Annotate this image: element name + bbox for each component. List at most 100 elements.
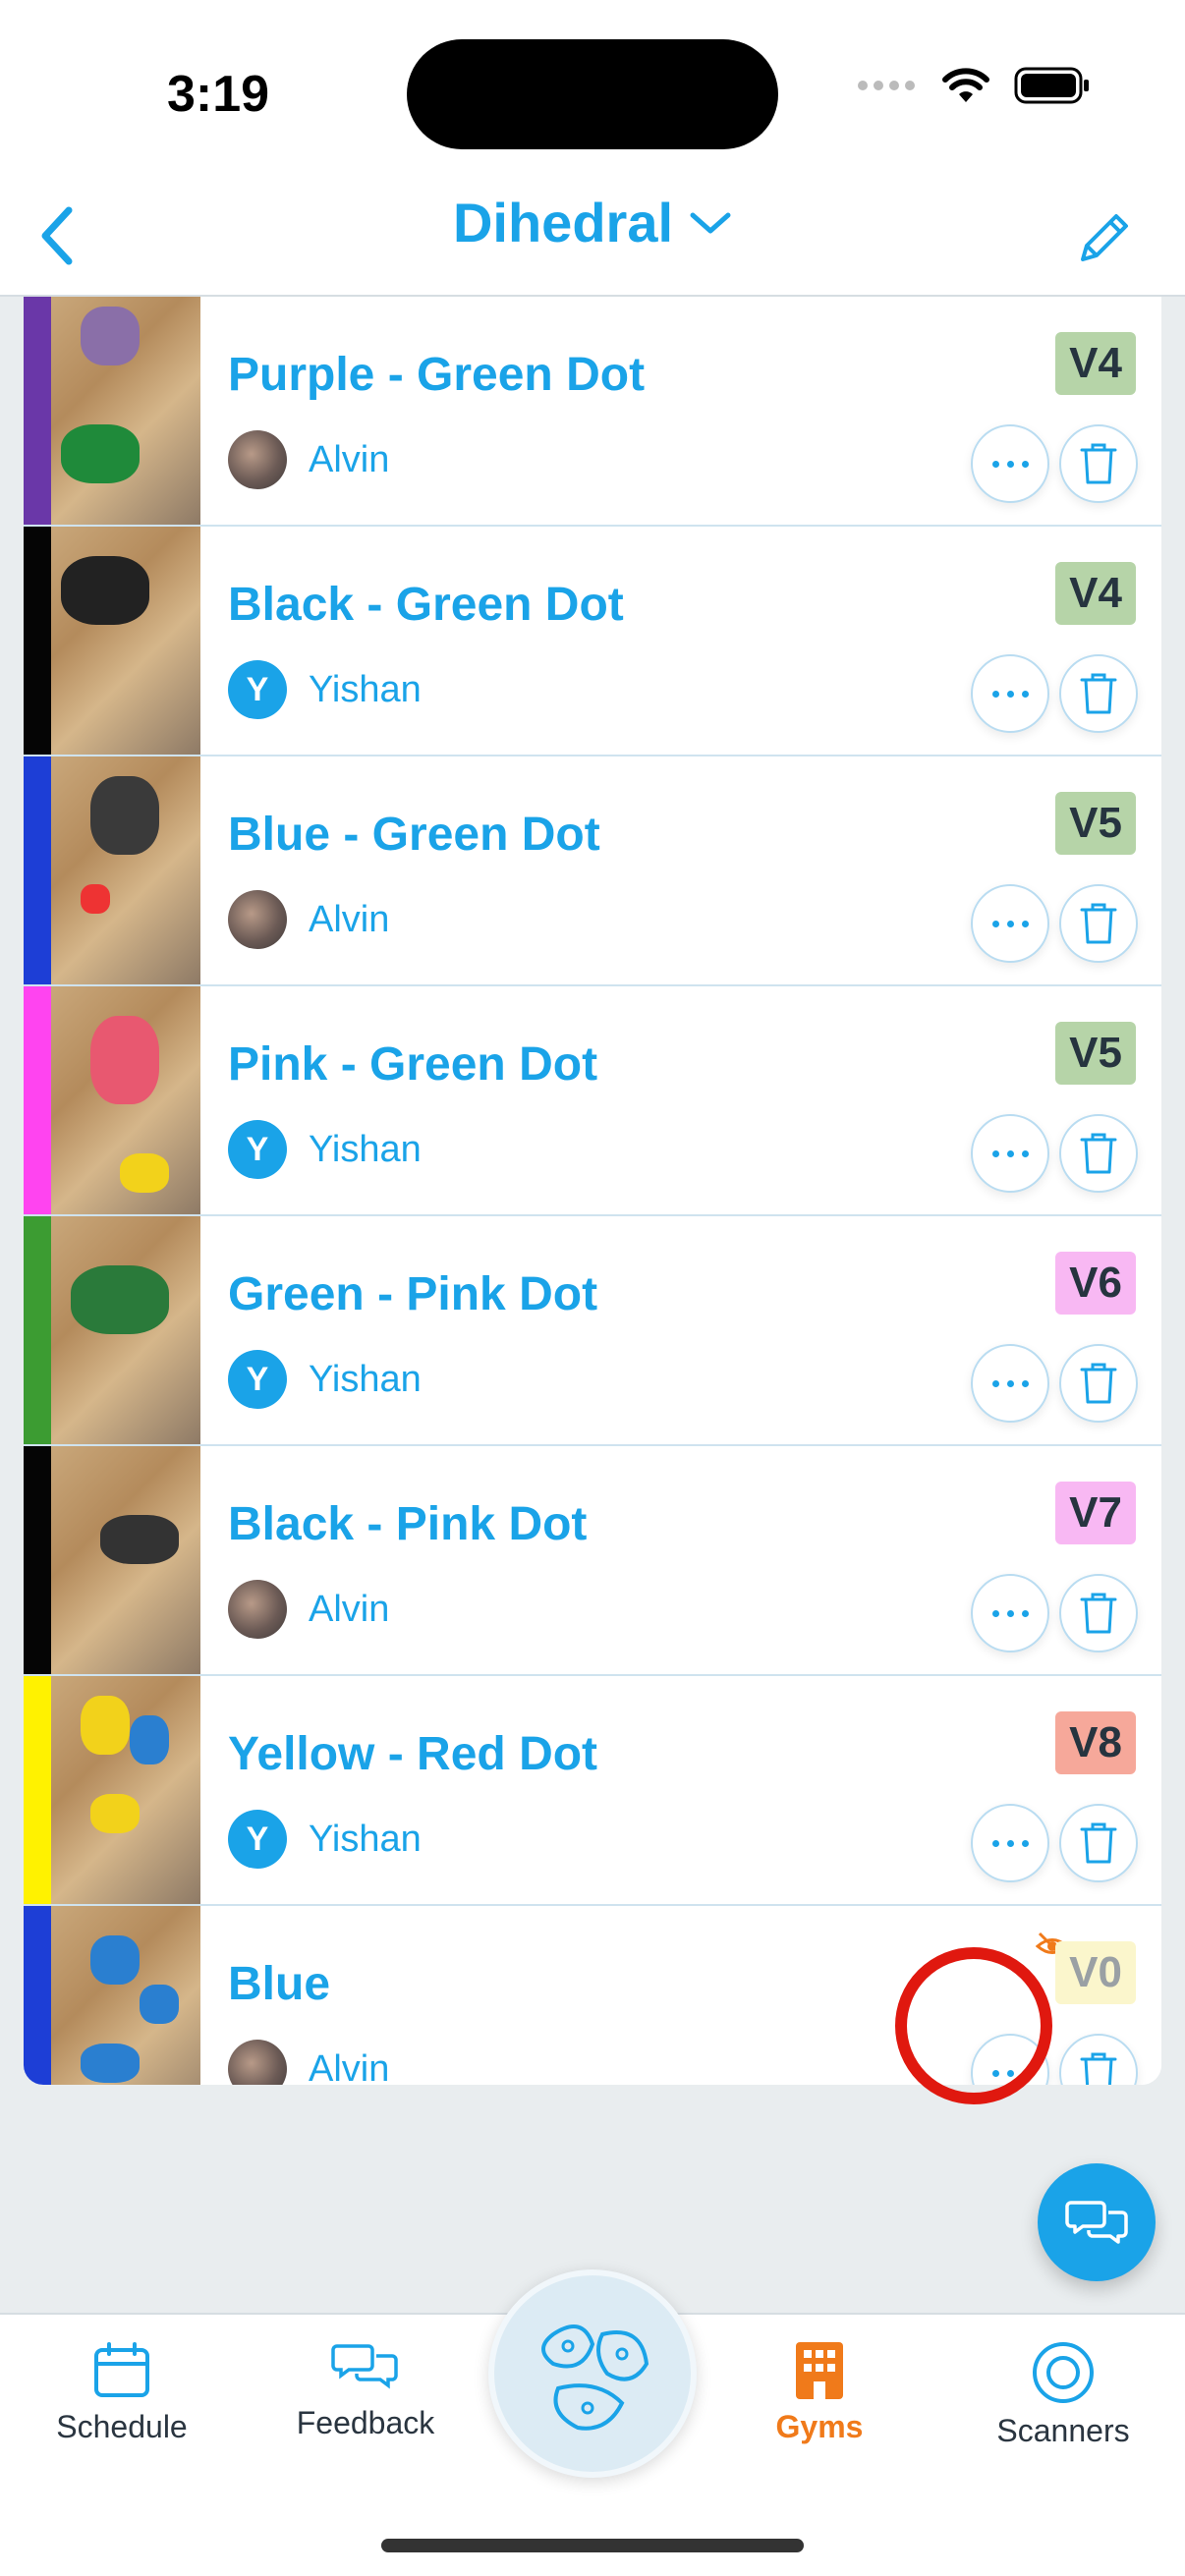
route-photo[interactable] [51, 986, 200, 1214]
route-color-strip [24, 1216, 51, 1444]
edit-button[interactable] [1065, 198, 1144, 277]
trash-icon [1080, 1363, 1117, 1404]
route-color-strip [24, 297, 51, 525]
avatar [228, 1580, 287, 1639]
setter-name: Yishan [309, 668, 422, 710]
tab-schedule[interactable]: Schedule [14, 2340, 230, 2445]
more-options-button[interactable] [971, 1114, 1049, 1193]
trash-icon [1080, 903, 1117, 944]
grade-badge: V4 [1055, 562, 1136, 625]
setter-name: Yishan [309, 1358, 422, 1400]
trash-icon [1080, 673, 1117, 714]
setter-info: Alvin [228, 2040, 389, 2085]
more-options-button[interactable] [971, 1574, 1049, 1652]
trash-icon [1080, 1593, 1117, 1634]
route-name: Black - Pink Dot [228, 1498, 588, 1550]
route-name: Blue - Green Dot [228, 809, 600, 861]
chat-button[interactable] [1038, 2163, 1156, 2281]
route-color-strip [24, 1906, 51, 2085]
grade-badge: V5 [1055, 792, 1136, 855]
route-row[interactable]: Yellow - Red Dot Y Yishan V8 [24, 1676, 1161, 1906]
ellipsis-icon [991, 1839, 1029, 1847]
setter-info: Y Yishan [228, 1350, 422, 1409]
route-row[interactable]: Black - Pink Dot Alvin V7 [24, 1446, 1161, 1676]
setter-name: Alvin [309, 438, 390, 480]
setter-name: Yishan [309, 1818, 422, 1860]
delete-button[interactable] [1059, 2034, 1138, 2085]
ellipsis-icon [991, 1379, 1029, 1387]
home-indicator [381, 2539, 804, 2552]
route-name: Black - Green Dot [228, 579, 624, 631]
route-name: Pink - Green Dot [228, 1038, 598, 1091]
avatar: Y [228, 660, 287, 719]
more-options-button[interactable] [971, 1804, 1049, 1882]
delete-button[interactable] [1059, 1114, 1138, 1193]
route-photo[interactable] [51, 297, 200, 525]
ellipsis-icon [991, 1609, 1029, 1617]
tab-label: Gyms [775, 2409, 864, 2444]
trash-icon [1080, 443, 1117, 484]
delete-button[interactable] [1059, 884, 1138, 963]
gym-selector[interactable]: Dihedral [0, 191, 1185, 254]
signal-icon [858, 81, 915, 90]
setter-info: Y Yishan [228, 660, 422, 719]
more-options-button[interactable] [971, 424, 1049, 503]
route-row[interactable]: Pink - Green Dot Y Yishan V5 [24, 986, 1161, 1216]
route-row[interactable]: Purple - Green Dot Alvin V4 [24, 297, 1161, 527]
route-color-strip [24, 756, 51, 984]
delete-button[interactable] [1059, 654, 1138, 733]
grade-badge: V6 [1055, 1252, 1136, 1315]
route-name: Purple - Green Dot [228, 349, 646, 401]
setter-name: Alvin [309, 2047, 390, 2086]
avatar: Y [228, 1810, 287, 1869]
dynamic-island [407, 39, 778, 149]
pencil-icon [1081, 214, 1128, 261]
avatar [228, 2040, 287, 2085]
route-color-strip [24, 1676, 51, 1904]
route-row[interactable]: Black - Green Dot Y Yishan V4 [24, 527, 1161, 756]
tab-label: Scanners [996, 2413, 1130, 2448]
route-color-strip [24, 527, 51, 755]
status-icons [857, 67, 1091, 104]
setter-info: Y Yishan [228, 1120, 422, 1179]
tab-scanners[interactable]: Scanners [955, 2340, 1171, 2449]
route-row[interactable]: Blue - Green Dot Alvin V5 [24, 756, 1161, 986]
more-options-button[interactable] [971, 654, 1049, 733]
setter-info: Alvin [228, 1580, 389, 1639]
trash-icon [1080, 1133, 1117, 1174]
building-icon [796, 2342, 843, 2399]
avatar [228, 890, 287, 949]
chevron-down-icon [690, 212, 731, 233]
route-photo[interactable] [51, 1446, 200, 1674]
delete-button[interactable] [1059, 1574, 1138, 1652]
delete-button[interactable] [1059, 1804, 1138, 1882]
route-photo[interactable] [51, 1216, 200, 1444]
setter-name: Alvin [309, 1588, 390, 1630]
route-photo[interactable] [51, 1906, 200, 2085]
battery-icon [1014, 67, 1089, 104]
setter-name: Alvin [309, 898, 390, 940]
grade-badge: V5 [1055, 1022, 1136, 1085]
more-options-button[interactable] [971, 884, 1049, 963]
trash-icon [1080, 2052, 1117, 2085]
setter-name: Yishan [309, 1128, 422, 1170]
route-photo[interactable] [51, 527, 200, 755]
delete-button[interactable] [1059, 1344, 1138, 1423]
delete-button[interactable] [1059, 424, 1138, 503]
route-row[interactable]: Green - Pink Dot Y Yishan V6 [24, 1216, 1161, 1446]
more-options-button[interactable] [971, 1344, 1049, 1423]
route-list: Purple - Green Dot Alvin V4 Black - Gree… [24, 297, 1161, 2085]
tab-gyms[interactable]: Gyms [711, 2340, 928, 2445]
status-bar: 3:19 [0, 0, 1185, 177]
ellipsis-icon [991, 1149, 1029, 1157]
tab-label: Feedback [296, 2405, 435, 2440]
route-photo[interactable] [51, 1676, 200, 1904]
tab-feedback[interactable]: Feedback [257, 2340, 474, 2441]
ellipsis-icon [991, 920, 1029, 927]
route-name: Yellow - Red Dot [228, 1728, 598, 1780]
center-logo-button[interactable] [488, 2269, 697, 2478]
grade-badge: V7 [1055, 1482, 1136, 1544]
route-name: Green - Pink Dot [228, 1268, 598, 1320]
route-photo[interactable] [51, 756, 200, 984]
trash-icon [1080, 1822, 1117, 1864]
